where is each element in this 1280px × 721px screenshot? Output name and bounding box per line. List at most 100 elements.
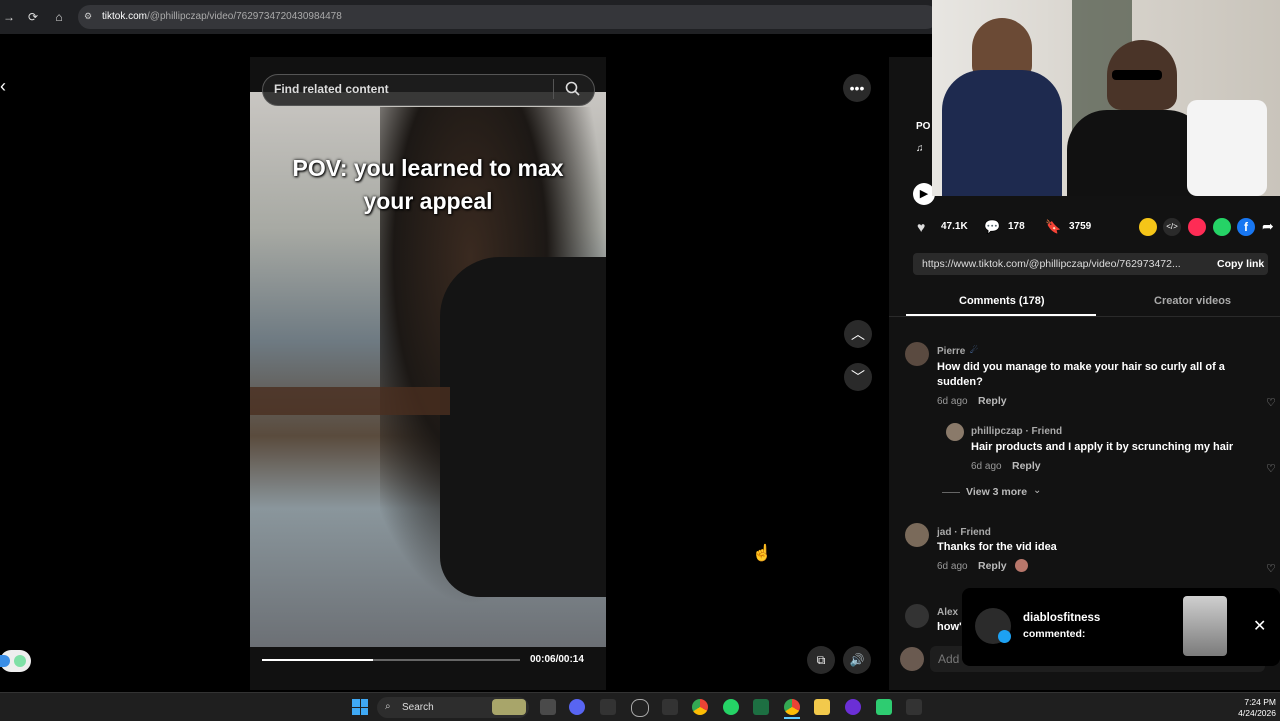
comment-text-line-2: sudden? (937, 376, 983, 388)
clock-date: 4/24/2026 (1238, 708, 1276, 718)
search-icon[interactable] (564, 80, 582, 98)
search-icon: ⌕ (385, 701, 391, 712)
share-link-text: https://www.tiktok.com/@phillipczap/vide… (922, 258, 1181, 270)
avatar (900, 647, 924, 671)
notification-action: commented: (1023, 628, 1086, 640)
comment-text: how' (937, 621, 962, 633)
capcut-icon-3[interactable] (906, 699, 922, 715)
excel-icon[interactable] (753, 699, 769, 715)
volume-icon[interactable]: 🔊 (843, 646, 871, 674)
more-options-icon[interactable]: ••• (843, 74, 871, 102)
comment-username[interactable]: Alex (937, 607, 958, 618)
comment-time: 6d ago (937, 396, 968, 407)
comment-username[interactable]: Pierre (937, 346, 965, 357)
copy-link-button[interactable]: Copy link (1217, 258, 1264, 270)
windows-start-icon[interactable] (352, 699, 368, 715)
video-caption-partial: PO (916, 121, 931, 132)
taskbar-search-label: Search (402, 702, 434, 713)
tab-divider (889, 316, 1280, 317)
video-railing (250, 387, 450, 415)
comment-count: 178 (1008, 221, 1025, 232)
comment-time: 6d ago (937, 561, 968, 572)
notification-username: diablosfitness (1023, 612, 1101, 624)
search-highlight-image (492, 699, 526, 715)
music-note-icon: ♫ (916, 143, 924, 154)
task-view-icon[interactable] (540, 699, 556, 715)
tab-creator-videos[interactable]: Creator videos (1154, 295, 1231, 307)
chevron-down-icon[interactable]: ⌄ (1033, 485, 1041, 496)
avatar[interactable] (905, 342, 929, 366)
related-search-placeholder: Find related content (274, 82, 389, 96)
share-arrow-icon[interactable]: ➦ (1262, 218, 1274, 235)
chrome-icon[interactable] (692, 699, 708, 715)
facebook-icon[interactable]: f (1237, 218, 1255, 236)
avatar[interactable] (946, 423, 964, 441)
video-overlay-caption: POV: you learned to max your appeal (250, 152, 606, 218)
picture-in-picture-icon[interactable]: ⧉ (807, 646, 835, 674)
notification-thumbnail[interactable] (1183, 596, 1227, 656)
avatar[interactable] (905, 604, 929, 628)
webcam-person-1-head (972, 18, 1032, 78)
bookmark-icon[interactable]: 🔖 (1045, 219, 1061, 235)
system-clock[interactable]: 7:24 PM 4/24/2026 (1236, 697, 1276, 719)
comment-text: How did you manage to make your hair so … (937, 360, 1237, 390)
tab-comments[interactable]: Comments (178) (959, 295, 1045, 307)
comment-input-placeholder: Add (938, 652, 960, 666)
comment-text: Thanks for the vid idea (937, 541, 1057, 553)
reload-icon[interactable]: ⟳ (24, 8, 42, 26)
media-player-icon[interactable] (845, 699, 861, 715)
site-info-icon[interactable]: ⚙ (84, 11, 96, 23)
reply-button[interactable]: Reply (1012, 460, 1041, 472)
whatsapp-taskbar-icon[interactable] (723, 699, 739, 715)
comment-username[interactable]: jad · Friend (937, 527, 991, 538)
webcam-chair (1187, 100, 1267, 196)
reply-time: 6d ago (971, 461, 1002, 472)
reply-username[interactable]: phillipczap · Friend (971, 426, 1062, 437)
send-to-friends-icon[interactable] (1188, 218, 1206, 236)
forward-icon[interactable]: → (0, 8, 18, 26)
capcut-icon[interactable] (600, 699, 616, 715)
app-icon[interactable] (876, 699, 892, 715)
video-player[interactable]: POV: you learned to max your appeal (250, 57, 606, 690)
home-icon[interactable]: ⌂ (50, 8, 68, 26)
progress-fill (262, 659, 373, 661)
like-heart-icon[interactable]: ♥ (917, 219, 925, 235)
search-divider (553, 79, 554, 99)
close-icon[interactable]: ✕ (1253, 616, 1266, 636)
widget-status-icon (14, 655, 26, 667)
reply-button[interactable]: Reply (978, 395, 1007, 407)
embed-icon[interactable]: </> (1163, 218, 1181, 236)
back-arrow-icon[interactable]: ‹ (0, 76, 6, 97)
comment-like-icon[interactable]: ♡ (1266, 462, 1276, 475)
url-path: /@phillipczap/video/7629734720430984478 (147, 11, 342, 22)
next-video-icon[interactable]: ﹀ (844, 363, 872, 391)
previous-video-icon[interactable]: ︿ (844, 320, 872, 348)
discord-icon[interactable] (569, 699, 585, 715)
creator-liked-avatar (1015, 559, 1028, 572)
repost-icon[interactable] (1139, 218, 1157, 236)
chrome-active-icon[interactable] (784, 699, 800, 715)
like-count: 47.1K (941, 221, 968, 232)
webcam-person-2-body (1067, 110, 1207, 196)
notification-comment-icon (998, 630, 1011, 643)
capcut-icon-2[interactable] (662, 699, 678, 715)
view-more-replies[interactable]: View 3 more (966, 486, 1027, 498)
reply-button[interactable]: Reply (978, 560, 1007, 572)
webcam-sunglasses (1112, 70, 1162, 80)
whatsapp-icon[interactable] (1213, 218, 1231, 236)
comment-text-line-1: How did you manage to make your hair so … (937, 361, 1225, 373)
file-explorer-icon[interactable] (814, 699, 830, 715)
overlay-line-1: POV: you learned to max (292, 155, 564, 181)
comment-like-icon[interactable]: ♡ (1266, 396, 1276, 409)
clock-time: 7:24 PM (1244, 697, 1276, 707)
chatgpt-icon[interactable] (631, 699, 649, 717)
webcam-overlay (932, 0, 1280, 196)
comment-badge-icon: ☄ (970, 345, 979, 355)
url-domain: tiktok.com (102, 11, 148, 22)
comment-bubble-icon[interactable]: 💬 (984, 219, 1000, 235)
reply-text: Hair products and I apply it by scrunchi… (971, 441, 1234, 453)
save-count: 3759 (1069, 221, 1092, 232)
view-more-line (942, 492, 960, 493)
comment-like-icon[interactable]: ♡ (1266, 562, 1276, 575)
avatar[interactable] (905, 523, 929, 547)
